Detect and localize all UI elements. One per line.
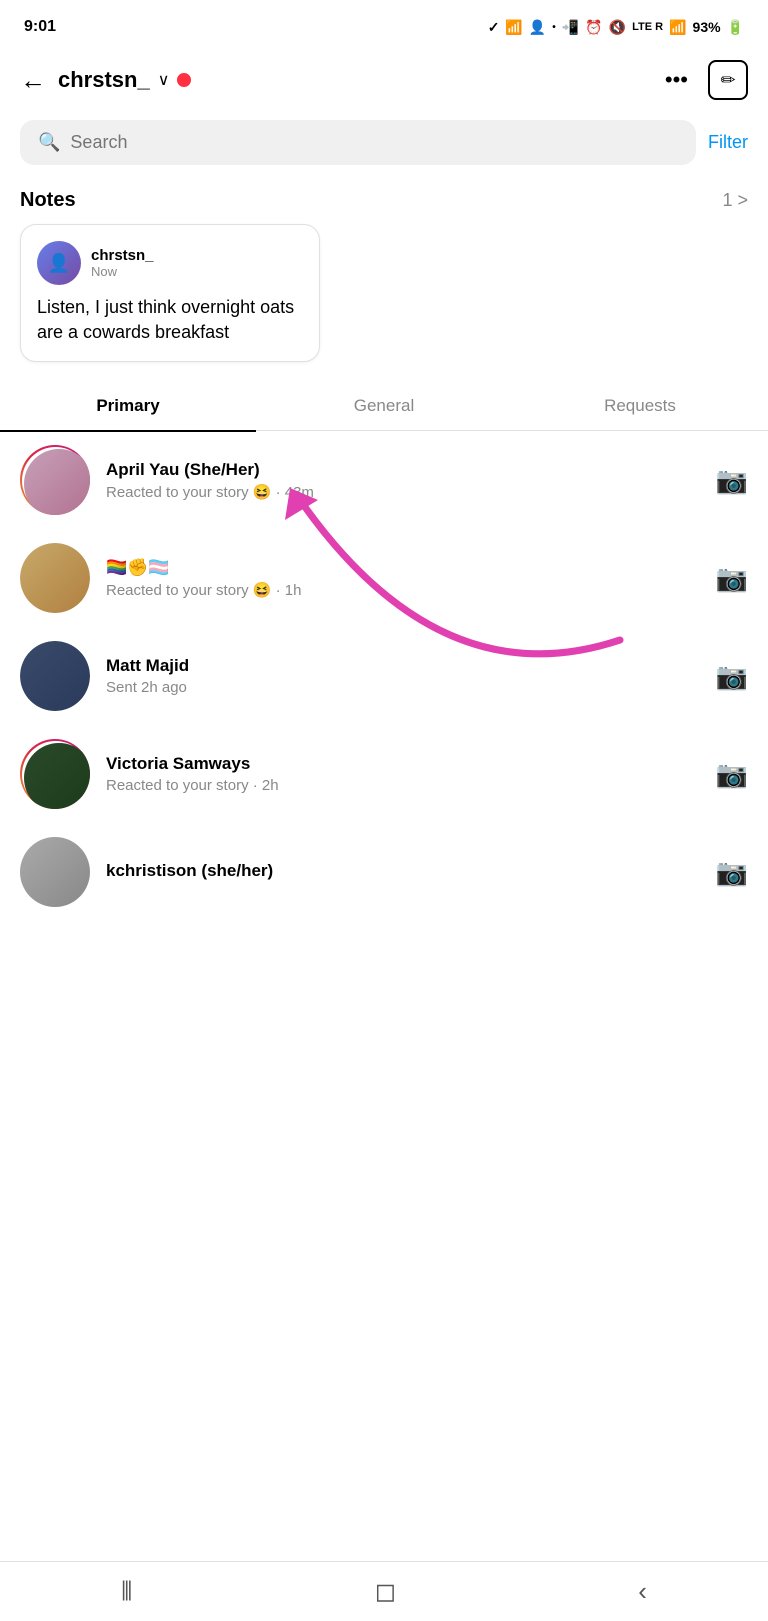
battery-icon: 🔋 bbox=[727, 19, 744, 36]
status-bar: 9:01 ✓ 📶 👤 • 📲 ⏰ 🔇 LTE R 📶 93% 🔋 bbox=[0, 0, 768, 50]
avatar-emoji-user bbox=[20, 543, 90, 613]
message-name-matt: Matt Majid bbox=[106, 656, 700, 676]
mute-icon: 🔇 bbox=[609, 19, 626, 36]
home-icon: ◻ bbox=[375, 1576, 397, 1607]
message-content-emoji: 🏳️‍🌈✊🏳️‍⚧️ Reacted to your story 😆 · 1h bbox=[106, 558, 700, 599]
message-content-april: April Yau (She/Her) Reacted to your stor… bbox=[106, 460, 700, 501]
header-username: chrstsn_ bbox=[58, 67, 150, 93]
avatar-victoria bbox=[20, 739, 90, 809]
status-icons: ✓ 📶 👤 • 📲 ⏰ 🔇 LTE R 📶 93% 🔋 bbox=[488, 19, 744, 36]
message-item-matt[interactable]: Matt Majid Sent 2h ago 📷 bbox=[0, 627, 768, 725]
notes-title: Notes bbox=[20, 189, 76, 212]
android-icon: 📲 bbox=[562, 19, 579, 36]
chevron-down-icon[interactable]: ∨ bbox=[158, 70, 170, 90]
avatar-kchristison bbox=[20, 837, 90, 907]
camera-icon-emoji[interactable]: 📷 bbox=[716, 563, 748, 594]
note-card[interactable]: 👤 chrstsn_ Now Listen, I just think over… bbox=[20, 224, 320, 362]
message-content-kchristison: kchristison (she/her) bbox=[106, 861, 700, 884]
note-user-info: 👤 chrstsn_ Now bbox=[37, 241, 303, 285]
note-timestamp: Now bbox=[91, 264, 154, 279]
recent-apps-icon: ⦀ bbox=[121, 1576, 132, 1608]
tab-primary[interactable]: Primary bbox=[0, 382, 256, 430]
search-input[interactable] bbox=[70, 132, 678, 153]
notes-count[interactable]: 1 > bbox=[722, 190, 748, 211]
avatar-matt bbox=[20, 641, 90, 711]
edit-button[interactable] bbox=[708, 60, 748, 100]
camera-icon-april[interactable]: 📷 bbox=[716, 465, 748, 496]
camera-icon-victoria[interactable]: 📷 bbox=[716, 759, 748, 790]
header-right: ••• bbox=[665, 60, 748, 100]
tab-requests[interactable]: Requests bbox=[512, 382, 768, 430]
alarm-icon: ⏰ bbox=[585, 19, 602, 36]
note-avatar: 👤 bbox=[37, 241, 81, 285]
note-avatar-image: 👤 bbox=[37, 241, 81, 285]
camera-icon-matt[interactable]: 📷 bbox=[716, 661, 748, 692]
battery-percent: 93% bbox=[693, 19, 721, 35]
message-item-victoria[interactable]: Victoria Samways Reacted to your story ·… bbox=[0, 725, 768, 823]
message-preview-emoji: Reacted to your story 😆 · 1h bbox=[106, 581, 700, 599]
search-icon: 🔍 bbox=[38, 132, 60, 153]
message-preview-matt: Sent 2h ago bbox=[106, 679, 700, 696]
search-section: 🔍 Filter bbox=[0, 112, 768, 173]
search-bar[interactable]: 🔍 bbox=[20, 120, 696, 165]
message-preview-april: Reacted to your story 😆 · 43m bbox=[106, 483, 700, 501]
active-dot bbox=[177, 73, 191, 87]
camera-icon-kchristison[interactable]: 📷 bbox=[716, 857, 748, 888]
note-username: chrstsn_ bbox=[91, 247, 154, 264]
dot-icon: • bbox=[552, 22, 556, 33]
message-name-emoji: 🏳️‍🌈✊🏳️‍⚧️ bbox=[106, 558, 700, 578]
header-left: ← chrstsn_ ∨ bbox=[20, 65, 191, 96]
note-user-details: chrstsn_ Now bbox=[91, 247, 154, 279]
nav-back[interactable]: ‹ bbox=[614, 1568, 671, 1615]
more-options-button[interactable]: ••• bbox=[665, 67, 688, 93]
message-content-victoria: Victoria Samways Reacted to your story ·… bbox=[106, 754, 700, 794]
message-content-matt: Matt Majid Sent 2h ago bbox=[106, 656, 700, 696]
lte-icon: LTE R bbox=[632, 21, 663, 33]
header-title: chrstsn_ ∨ bbox=[58, 67, 191, 93]
message-list: April Yau (She/Her) Reacted to your stor… bbox=[0, 431, 768, 921]
message-tabs: Primary General Requests bbox=[0, 382, 768, 431]
wifi-icon: 📶 bbox=[505, 19, 522, 36]
notes-list: 👤 chrstsn_ Now Listen, I just think over… bbox=[0, 224, 768, 378]
message-item-kchristison[interactable]: kchristison (she/her) 📷 bbox=[0, 823, 768, 921]
person-icon: 👤 bbox=[529, 19, 546, 36]
note-content: Listen, I just think overnight oats are … bbox=[37, 295, 303, 345]
message-item-april[interactable]: April Yau (She/Her) Reacted to your stor… bbox=[0, 431, 768, 529]
check-icon: ✓ bbox=[488, 19, 500, 36]
notes-header: Notes 1 > bbox=[0, 173, 768, 224]
message-name-kchristison: kchristison (she/her) bbox=[106, 861, 700, 881]
header: ← chrstsn_ ∨ ••• bbox=[0, 50, 768, 112]
back-icon: ‹ bbox=[638, 1576, 647, 1607]
message-preview-victoria: Reacted to your story · 2h bbox=[106, 777, 700, 794]
message-name-victoria: Victoria Samways bbox=[106, 754, 700, 774]
message-name-april: April Yau (She/Her) bbox=[106, 460, 700, 480]
filter-button[interactable]: Filter bbox=[708, 132, 748, 153]
bottom-navigation: ⦀ ◻ ‹ bbox=[0, 1561, 768, 1621]
back-button[interactable]: ← bbox=[20, 65, 46, 96]
message-item-emoji[interactable]: 🏳️‍🌈✊🏳️‍⚧️ Reacted to your story 😆 · 1h … bbox=[0, 529, 768, 627]
nav-recent-apps[interactable]: ⦀ bbox=[97, 1568, 156, 1616]
status-time: 9:01 bbox=[24, 18, 56, 36]
avatar-april bbox=[20, 445, 90, 515]
tab-general[interactable]: General bbox=[256, 382, 512, 430]
nav-home[interactable]: ◻ bbox=[351, 1568, 421, 1615]
signal-icon: 📶 bbox=[669, 19, 686, 36]
